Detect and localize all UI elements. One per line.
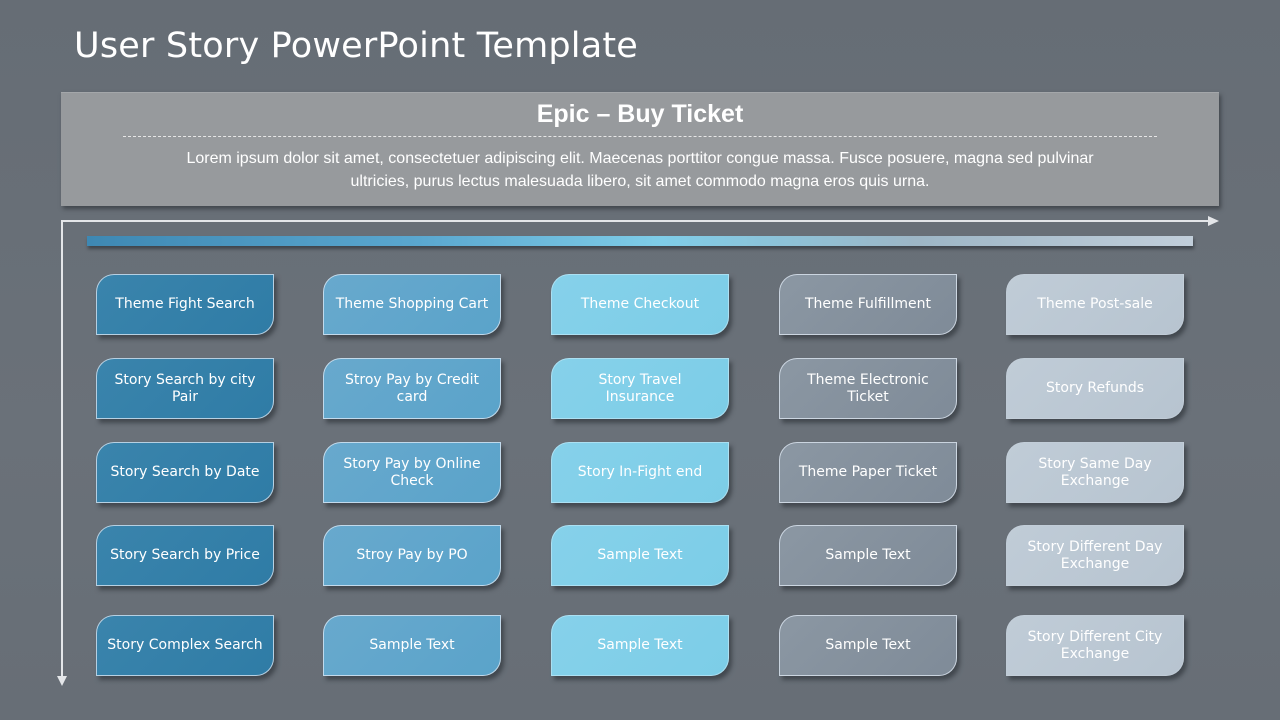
epic-divider <box>123 136 1157 137</box>
epic-box: Epic – Buy Ticket Lorem ipsum dolor sit … <box>61 92 1219 206</box>
story-card-col5-row1[interactable]: Theme Post-sale <box>1006 274 1184 335</box>
story-card-col3-row4[interactable]: Sample Text <box>551 525 729 586</box>
story-card-col4-row4[interactable]: Sample Text <box>779 525 957 586</box>
vertical-axis-line <box>61 220 63 678</box>
horizontal-axis-line <box>61 220 1211 222</box>
story-card-col4-row1[interactable]: Theme Fulfillment <box>779 274 957 335</box>
story-card-col1-row3[interactable]: Story Search by Date <box>96 442 274 503</box>
story-card-col5-row4[interactable]: Story Different Day Exchange <box>1006 525 1184 586</box>
story-card-col1-row1[interactable]: Theme Fight Search <box>96 274 274 335</box>
gradient-timeline-bar <box>87 236 1193 246</box>
story-card-col5-row5[interactable]: Story Different City Exchange <box>1006 615 1184 676</box>
story-card-col2-row3[interactable]: Story Pay by Online Check <box>323 442 501 503</box>
story-card-col1-row4[interactable]: Story Search by Price <box>96 525 274 586</box>
story-card-col4-row2[interactable]: Theme Electronic Ticket <box>779 358 957 419</box>
slide-title: User Story PowerPoint Template <box>74 26 639 66</box>
story-card-col4-row5[interactable]: Sample Text <box>779 615 957 676</box>
story-card-col2-row1[interactable]: Theme Shopping Cart <box>323 274 501 335</box>
story-card-col5-row3[interactable]: Story Same Day Exchange <box>1006 442 1184 503</box>
arrow-down-icon <box>57 676 67 686</box>
arrow-right-icon <box>1208 216 1219 226</box>
epic-description-line-1: Lorem ipsum dolor sit amet, consectetuer… <box>186 150 1094 167</box>
story-card-col5-row2[interactable]: Story Refunds <box>1006 358 1184 419</box>
story-card-col1-row5[interactable]: Story Complex Search <box>96 615 274 676</box>
story-card-col2-row5[interactable]: Sample Text <box>323 615 501 676</box>
story-card-col4-row3[interactable]: Theme Paper Ticket <box>779 442 957 503</box>
story-card-col3-row3[interactable]: Story In-Fight end <box>551 442 729 503</box>
epic-title: Epic – Buy Ticket <box>536 100 744 128</box>
story-card-col2-row4[interactable]: Stroy Pay by PO <box>323 525 501 586</box>
story-card-col2-row2[interactable]: Stroy Pay by Credit card <box>323 358 501 419</box>
epic-description: Lorem ipsum dolor sit amet, consectetuer… <box>121 147 1159 193</box>
story-card-col3-row2[interactable]: Story Travel Insurance <box>551 358 729 419</box>
story-card-col3-row1[interactable]: Theme Checkout <box>551 274 729 335</box>
epic-description-line-2: ultricies, purus lectus malesuada libero… <box>350 173 930 190</box>
story-card-col1-row2[interactable]: Story Search by city Pair <box>96 358 274 419</box>
story-card-col3-row5[interactable]: Sample Text <box>551 615 729 676</box>
